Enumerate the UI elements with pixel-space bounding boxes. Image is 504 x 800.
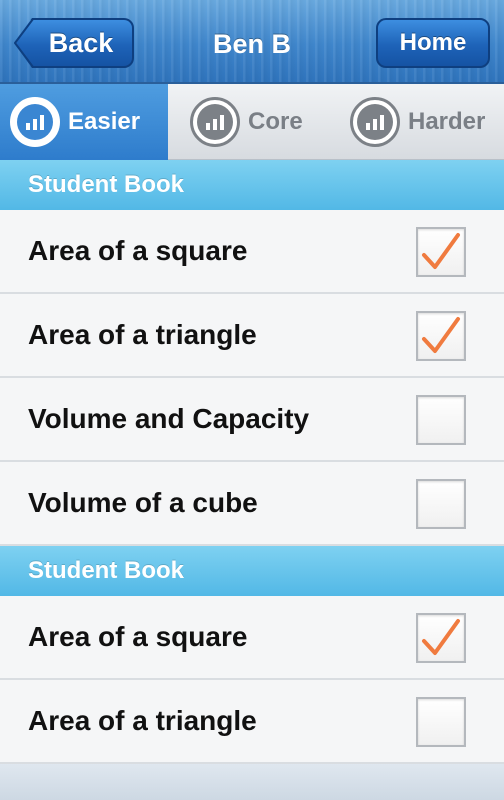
list-item-label: Area of a square — [28, 621, 248, 652]
section-header: Student Book — [0, 546, 504, 596]
list-item[interactable]: Volume and Capacity — [0, 378, 504, 462]
list-item[interactable]: Area of a triangle — [0, 294, 504, 378]
tab-label: Easier — [68, 108, 141, 135]
checkbox[interactable] — [416, 395, 466, 445]
tab-label: Core — [248, 108, 303, 135]
list-item[interactable]: Area of a square — [0, 596, 504, 680]
list-footer-strip — [0, 764, 504, 800]
checkmark-icon — [422, 317, 460, 353]
tab-harder[interactable]: Harder — [350, 84, 500, 160]
list-item-label: Area of a triangle — [28, 319, 257, 350]
difficulty-tabs: Easier Core Harder — [0, 84, 504, 160]
page-title: Ben B — [212, 29, 291, 59]
checkbox[interactable] — [416, 697, 466, 747]
checkmark-icon — [422, 619, 460, 655]
checkbox[interactable] — [416, 613, 466, 663]
checkbox[interactable] — [416, 227, 466, 277]
bar-chart-icon — [190, 97, 240, 147]
checkbox[interactable] — [416, 311, 466, 361]
checkbox[interactable] — [416, 479, 466, 529]
list-item-label: Volume of a cube — [28, 487, 258, 518]
bar-chart-icon — [10, 97, 60, 147]
tab-core[interactable]: Core — [190, 84, 330, 160]
list-item[interactable]: Volume of a cube — [0, 462, 504, 546]
section-header: Student Book — [0, 160, 504, 210]
list-item-label: Volume and Capacity — [28, 403, 310, 434]
list-item[interactable]: Area of a square — [0, 210, 504, 294]
list-item-label: Area of a triangle — [28, 705, 257, 736]
back-button-edge — [14, 18, 34, 68]
bar-chart-icon — [350, 97, 400, 147]
checkmark-icon — [422, 233, 460, 269]
home-button[interactable]: Home — [376, 18, 490, 68]
list-item-label: Area of a square — [28, 235, 248, 266]
tab-label: Harder — [408, 108, 486, 135]
list-item[interactable]: Area of a triangle — [0, 680, 504, 764]
tab-easier[interactable]: Easier — [0, 84, 168, 160]
top-nav-bar: Back Ben B Home — [0, 0, 504, 84]
